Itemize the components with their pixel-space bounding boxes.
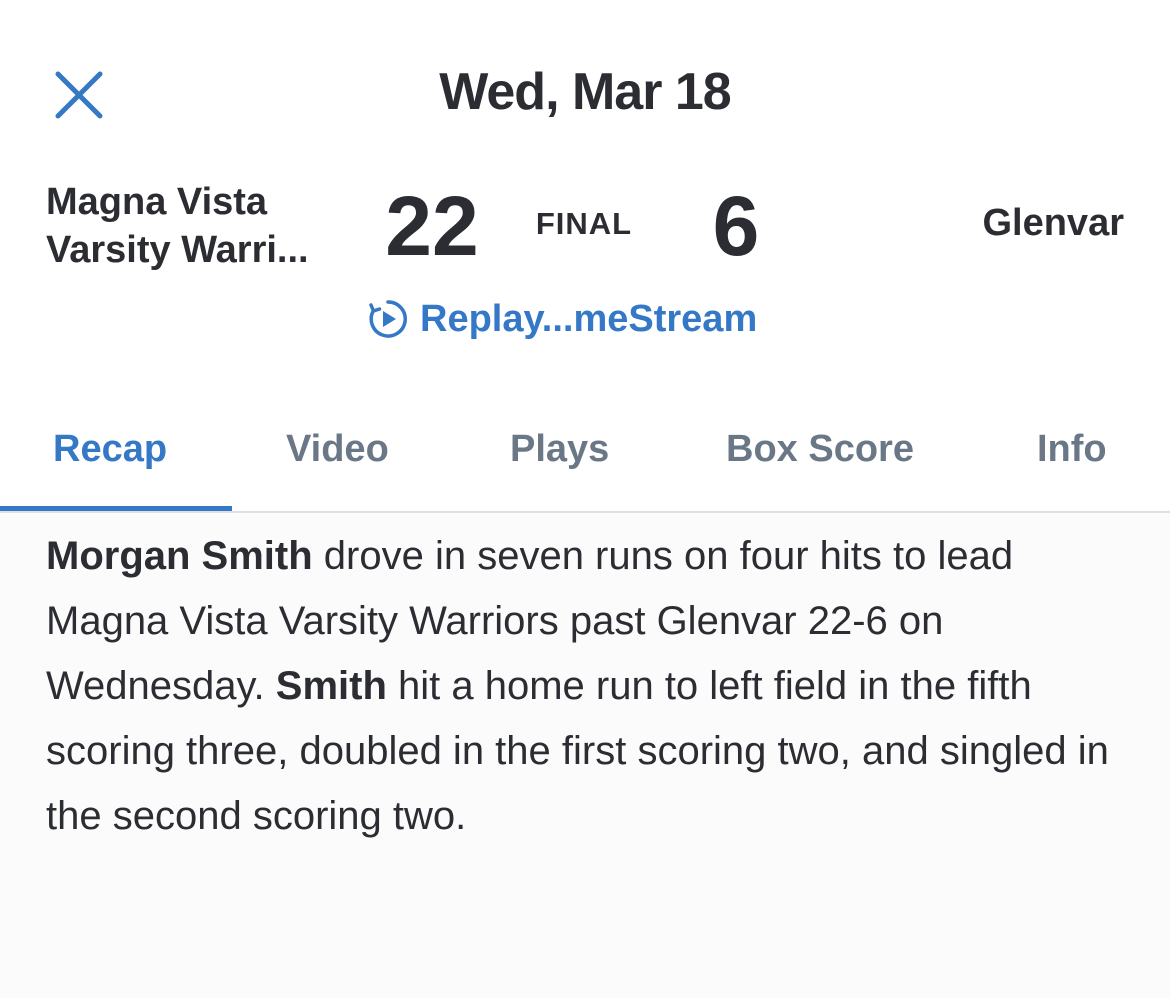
home-team-name-line1: Magna Vista — [46, 181, 268, 223]
tab-recap[interactable]: Recap — [53, 428, 167, 471]
tab-info[interactable]: Info — [1037, 428, 1107, 471]
away-team-name[interactable]: Glenvar — [982, 202, 1124, 245]
recap-text: Morgan Smith drove in seven runs on four… — [46, 524, 1126, 849]
tab-video[interactable]: Video — [286, 428, 389, 471]
away-score: 6 — [712, 179, 760, 273]
player-name[interactable]: Morgan Smith — [46, 534, 313, 578]
tab-bar: Recap Video Plays Box Score Info — [0, 400, 1170, 513]
player-name-short[interactable]: Smith — [276, 664, 387, 708]
home-score: 22 — [385, 179, 479, 273]
replay-link-label: Replay...meStream — [420, 297, 758, 340]
tab-box-score[interactable]: Box Score — [726, 428, 914, 471]
page-title: Wed, Mar 18 — [439, 63, 731, 121]
active-tab-indicator — [0, 506, 232, 511]
replay-icon — [369, 300, 407, 338]
replay-link[interactable]: Replay...meStream — [366, 294, 757, 344]
game-status: FINAL — [535, 206, 633, 241]
home-team-name-line2: Varsity Warri... — [46, 229, 309, 271]
game-header: Wed, Mar 18 Magna Vista Varsity Warri...… — [0, 0, 1170, 513]
tab-plays[interactable]: Plays — [510, 428, 609, 471]
home-team-name[interactable]: Magna Vista Varsity Warri... — [46, 178, 356, 274]
